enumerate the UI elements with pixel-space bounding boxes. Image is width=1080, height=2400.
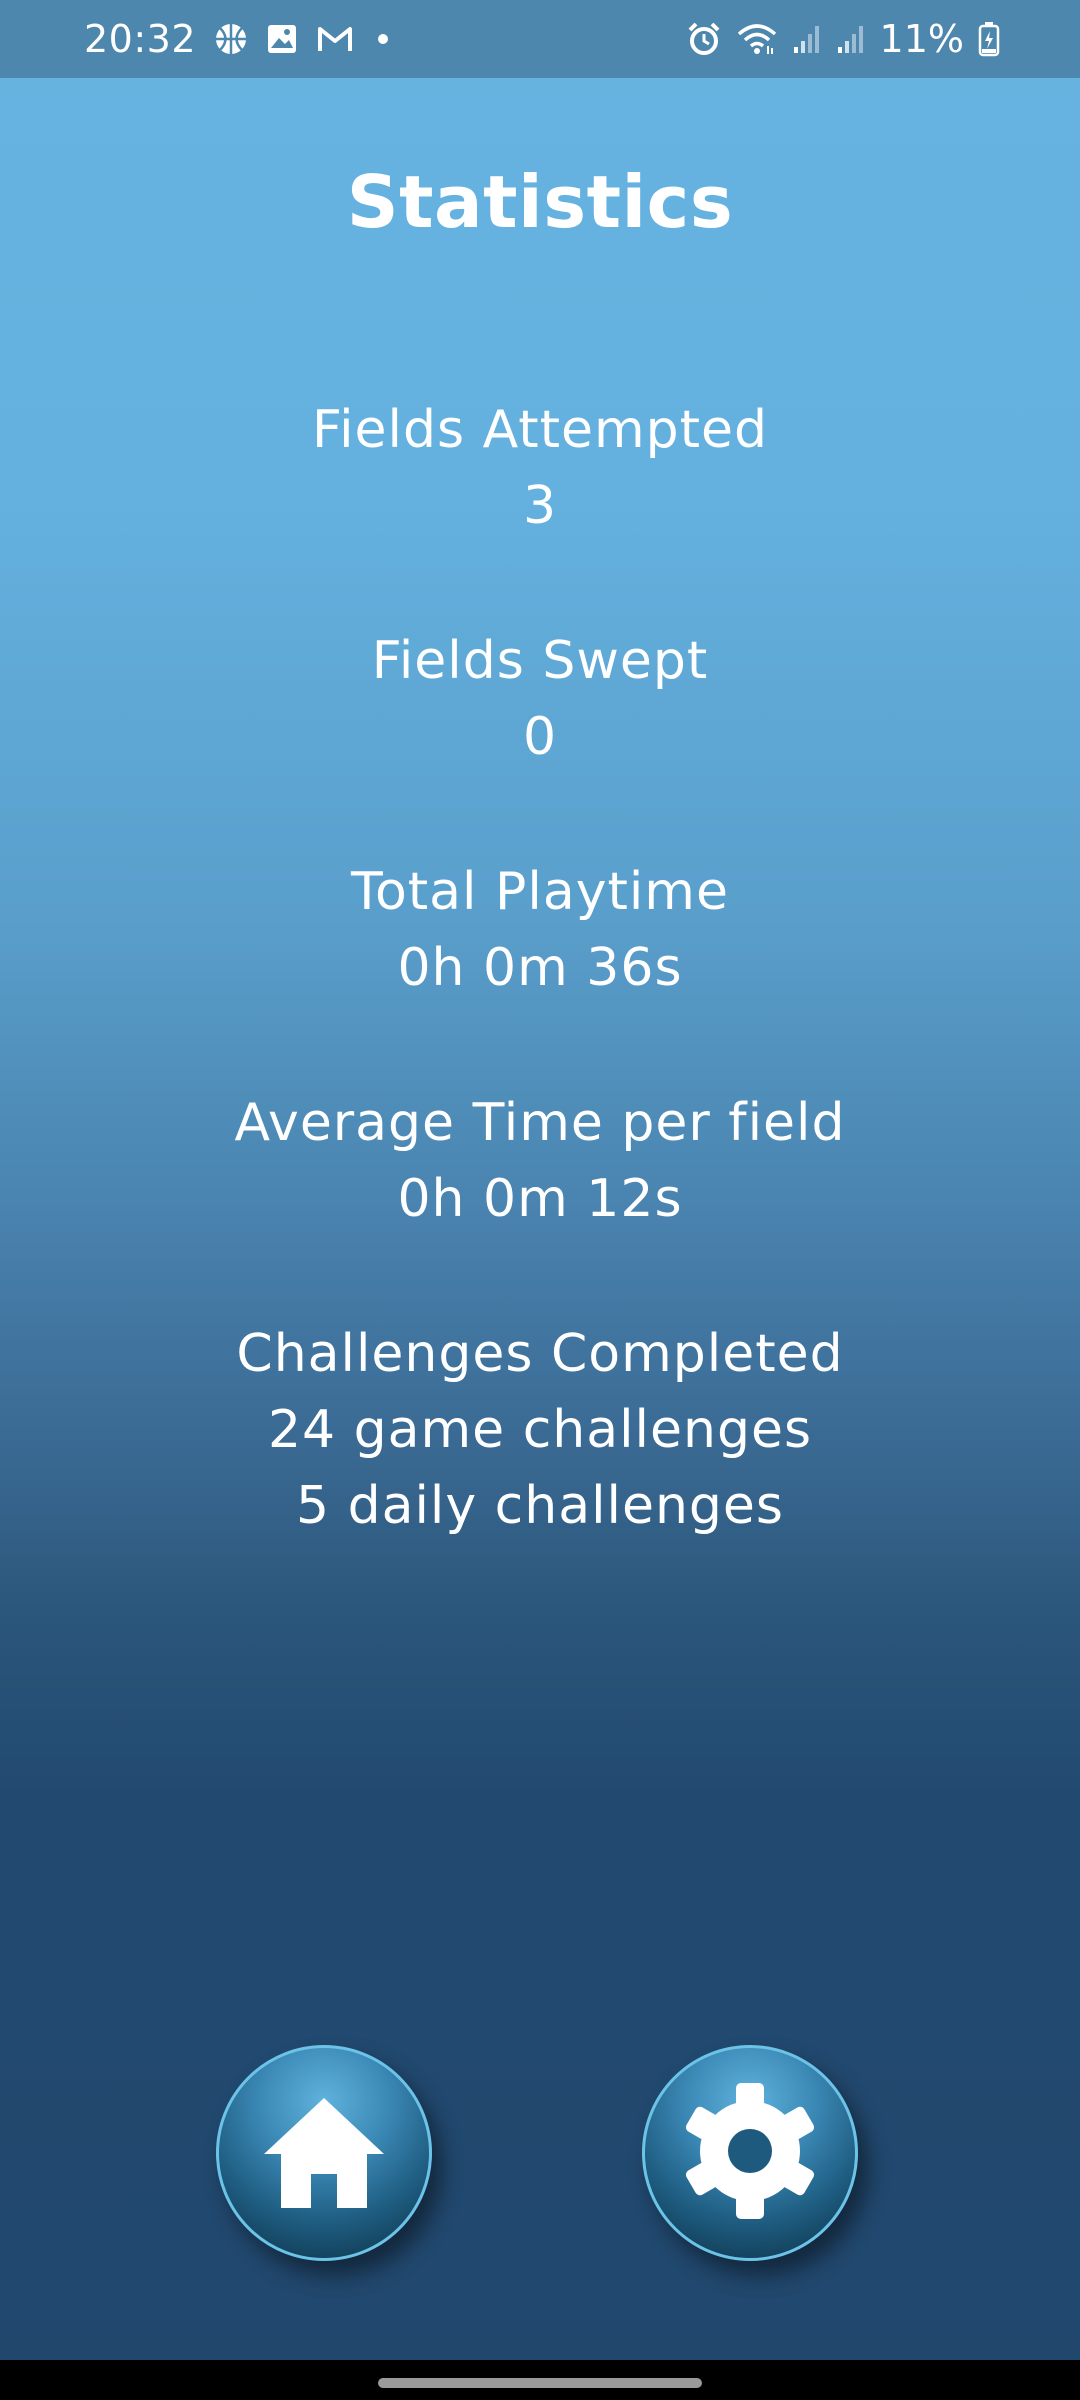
basketball-icon <box>214 22 248 56</box>
system-navigation-bar <box>0 2360 1080 2400</box>
signal-icon <box>792 23 822 55</box>
status-bar-left: 20:32 <box>84 0 389 78</box>
stat-average-time: Average Time per field 0h 0m 12s <box>0 1085 1080 1237</box>
stat-label: Fields Swept <box>371 631 709 691</box>
stat-fields-swept: Fields Swept 0 <box>0 623 1080 775</box>
settings-button[interactable] <box>642 2045 858 2261</box>
wifi-icon <box>736 22 778 56</box>
stat-label: Total Playtime <box>351 862 729 922</box>
gmail-icon <box>316 23 354 55</box>
stat-challenges-completed: Challenges Completed 24 game challenges … <box>0 1316 1080 1544</box>
page-title: Statistics <box>346 160 734 244</box>
stat-value-daily: 5 daily challenges <box>295 1476 785 1536</box>
stat-label: Average Time per field <box>234 1093 846 1153</box>
stat-value: 0h 0m 12s <box>397 1169 683 1229</box>
battery-charging-icon <box>978 21 1000 57</box>
battery-percentage: 11% <box>879 17 964 61</box>
image-icon <box>266 23 298 55</box>
signal-icon <box>836 23 866 55</box>
stat-value: 0 <box>522 707 558 767</box>
alarm-icon <box>686 21 722 57</box>
stat-label: Challenges Completed <box>236 1324 844 1384</box>
stat-total-playtime: Total Playtime 0h 0m 36s <box>0 854 1080 1006</box>
home-indicator[interactable] <box>378 2378 702 2388</box>
status-bar: 20:32 11% <box>0 0 1080 78</box>
status-time: 20:32 <box>84 17 197 61</box>
stat-fields-attempted: Fields Attempted 3 <box>0 392 1080 544</box>
status-bar-right: 11% <box>686 0 1000 78</box>
gear-icon <box>675 2076 825 2230</box>
stat-value: 3 <box>522 476 558 536</box>
stat-value-game: 24 game challenges <box>267 1400 813 1460</box>
stat-label: Fields Attempted <box>311 400 769 460</box>
home-icon <box>259 2086 389 2220</box>
stat-value: 0h 0m 36s <box>397 938 683 998</box>
home-button[interactable] <box>216 2045 432 2261</box>
dot-icon <box>378 34 389 44</box>
